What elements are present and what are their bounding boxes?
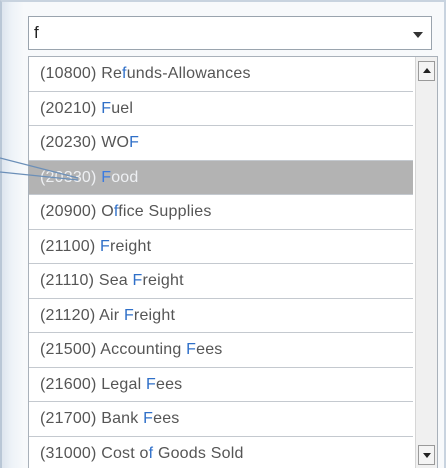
- item-text-prefix: (20230) WO: [40, 134, 130, 151]
- dropdown-item[interactable]: (21120) Air Freight: [29, 299, 413, 333]
- item-text-suffix: fice Supplies: [118, 203, 212, 220]
- dropdown-item[interactable]: (21100) Freight: [29, 230, 413, 264]
- item-text-suffix: reight: [110, 237, 152, 255]
- item-text-prefix: (21100): [40, 237, 101, 255]
- item-match-highlight: F: [100, 237, 110, 255]
- dropdown-item[interactable]: (21500) Accounting Fees: [29, 333, 413, 368]
- item-text-prefix: (21600) Legal: [40, 375, 146, 393]
- item-match-highlight: F: [123, 306, 134, 324]
- item-text-prefix: (20900) O: [40, 203, 114, 220]
- item-text-prefix: (21110) Sea: [40, 272, 133, 289]
- item-text-suffix: ees: [196, 341, 223, 358]
- item-text-prefix: (21120) Air: [40, 306, 124, 324]
- scrollbar[interactable]: [415, 57, 437, 468]
- dropdown-item[interactable]: (21600) Legal Fees: [29, 368, 413, 402]
- account-combobox[interactable]: f: [28, 16, 432, 50]
- item-text-suffix: reight: [142, 272, 184, 289]
- item-match-highlight: F: [101, 99, 112, 117]
- item-match-highlight: F: [129, 134, 140, 151]
- account-dropdown-list: (10800) Refunds-Allowances (20210) Fuel (2…: [28, 56, 438, 468]
- scroll-down-arrow-icon: [423, 453, 431, 458]
- item-text-suffix: unds-Allowances: [126, 65, 251, 82]
- item-text-suffix: ees: [155, 375, 183, 393]
- combobox-input-value[interactable]: f: [34, 23, 39, 43]
- item-text-prefix: (31000) Cost o: [40, 444, 149, 462]
- item-text-prefix: (10800) Re: [40, 65, 123, 82]
- item-text-suffix: ood: [111, 168, 139, 186]
- item-match-highlight: F: [186, 341, 197, 358]
- scroll-up-button[interactable]: [418, 61, 435, 81]
- scroll-up-arrow-icon: [423, 68, 431, 73]
- dropdown-item[interactable]: (20210) Fuel: [29, 92, 413, 126]
- dropdown-item[interactable]: (20900) Office Supplies: [29, 195, 413, 230]
- item-match-highlight: F: [143, 410, 154, 427]
- item-text-prefix: (21500) Accounting: [40, 341, 187, 358]
- item-text-suffix: uel: [111, 99, 134, 117]
- item-text-suffix: Goods Sold: [153, 444, 244, 462]
- item-text-prefix: (21700) Bank: [40, 410, 144, 427]
- dropdown-item[interactable]: (21700) Bank Fees: [29, 402, 413, 437]
- dropdown-item[interactable]: (20330) Food: [29, 160, 413, 195]
- dropdown-item[interactable]: (20230) WOF: [29, 126, 413, 161]
- item-match-highlight: F: [132, 272, 143, 289]
- item-text-suffix: ees: [153, 410, 180, 427]
- chevron-down-icon[interactable]: [413, 32, 423, 38]
- item-match-highlight: F: [101, 168, 112, 186]
- scroll-down-button[interactable]: [418, 445, 435, 465]
- dropdown-items: (10800) Refunds-Allowances (20210) Fuel (2…: [29, 57, 413, 468]
- dropdown-item[interactable]: (10800) Refunds-Allowances: [29, 57, 413, 92]
- item-text-prefix: (20210): [40, 99, 102, 117]
- item-text-prefix: (20330): [40, 168, 102, 186]
- item-text-suffix: reight: [133, 306, 176, 324]
- dropdown-item[interactable]: (21110) Sea Freight: [29, 264, 413, 299]
- dropdown-item[interactable]: (31000) Cost of Goods Sold: [29, 437, 413, 468]
- item-match-highlight: F: [146, 375, 156, 393]
